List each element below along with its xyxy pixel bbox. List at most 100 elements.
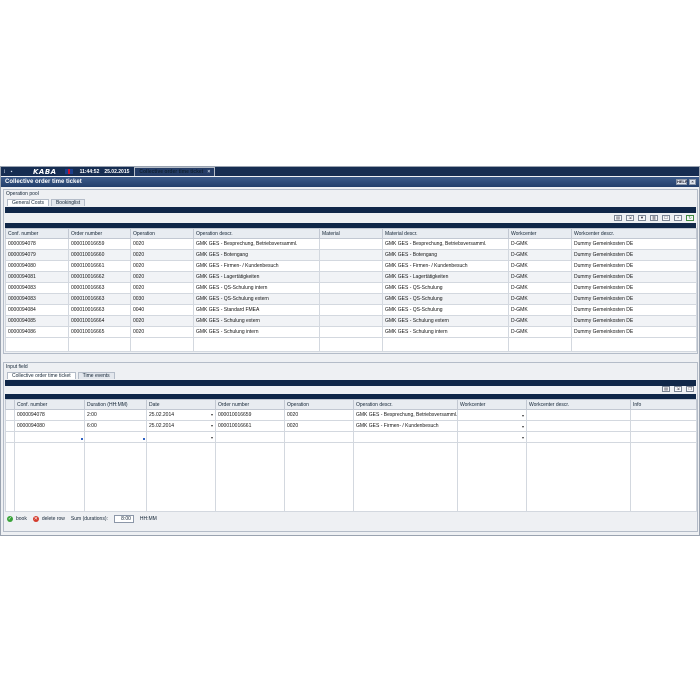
copy-icon[interactable]: ❐ <box>686 386 694 392</box>
input-cell[interactable]: 000010016659 <box>215 409 285 421</box>
row-selector[interactable] <box>5 409 15 421</box>
input-cell[interactable] <box>526 420 631 432</box>
input-cell[interactable] <box>630 409 697 421</box>
chevron-down-icon[interactable]: ▾ <box>522 413 524 418</box>
layout-icon[interactable]: ▤ <box>662 386 670 392</box>
column-header[interactable]: Order number <box>68 228 131 239</box>
window-close-button[interactable]: × <box>689 179 696 185</box>
layout-icon[interactable]: ▤ <box>614 215 622 221</box>
input-cell[interactable]: 0000094078 <box>14 409 85 421</box>
table-row[interactable]: 0000094078 2:00 25.02.2014 ▾ 000010016659 002… <box>5 409 697 421</box>
input-cell[interactable]: ▾ <box>457 431 527 443</box>
export-icon[interactable]: ⇲ <box>674 386 682 392</box>
input-cell[interactable]: 0020 <box>284 420 354 432</box>
table-header-row: Conf. number Order number Operation Oper… <box>5 228 697 239</box>
column-header[interactable]: Info <box>630 399 697 410</box>
input-cell[interactable] <box>526 431 631 443</box>
tab-collective-order[interactable]: Collective order time ticket <box>7 372 76 379</box>
input-cell[interactable] <box>353 431 458 443</box>
input-cell[interactable]: 000010016661 <box>215 420 285 432</box>
empty-cell <box>14 442 85 512</box>
input-cell[interactable]: GMK GES - Firmen- / Kundenbesuch <box>353 420 458 432</box>
row-selector[interactable] <box>5 420 15 432</box>
row-selector[interactable] <box>5 431 15 443</box>
columns-icon[interactable]: ▥ <box>650 215 658 221</box>
table-cell: D-GMK <box>508 304 572 316</box>
column-header[interactable]: Workcenter descr. <box>526 399 631 410</box>
app-tab[interactable]: Collective order time ticket × <box>134 167 216 176</box>
input-cell[interactable]: 0000094080 <box>14 420 85 432</box>
close-icon[interactable]: × <box>207 169 210 176</box>
column-header[interactable]: Material descr. <box>382 228 509 239</box>
column-header[interactable]: Conf. number <box>14 399 85 410</box>
column-header[interactable]: Workcenter descr. <box>571 228 697 239</box>
input-cell[interactable] <box>630 420 697 432</box>
input-cell[interactable]: ▾ <box>146 431 216 443</box>
select-icon[interactable]: ☐ <box>662 215 670 221</box>
table-cell: D-GMK <box>508 282 572 294</box>
table-row[interactable]: 0000094084 000010016663 0040 GMK GES - Stan… <box>5 304 697 316</box>
tab-bookinglist[interactable]: Bookinglist <box>50 199 86 206</box>
lookup-icon[interactable] <box>143 438 145 440</box>
chevron-down-icon[interactable]: ▾ <box>522 424 524 429</box>
operation-pool-panel: Operation pool General Costs Bookinglist… <box>3 189 698 354</box>
uk-flag-icon[interactable] <box>64 169 73 174</box>
column-header[interactable]: Conf. number <box>5 228 69 239</box>
input-cell[interactable] <box>215 431 285 443</box>
table-row[interactable]: 0000094086 000010016665 0020 GMK GES - Schu… <box>5 326 697 338</box>
filter-icon[interactable]: ▼ <box>638 215 646 221</box>
input-cell[interactable]: 6:00 <box>84 420 147 432</box>
table-cell: GMK GES - Besprechung, Betriebsversamml. <box>382 238 509 250</box>
table-row[interactable]: 0000094081 000010016662 0020 GMK GES - Lage… <box>5 271 697 283</box>
table-row[interactable]: 0000094080 000010016661 0020 GMK GES - Firm… <box>5 260 697 272</box>
input-cell[interactable]: ▾ <box>457 420 527 432</box>
home-icon[interactable]: ▪ <box>8 167 15 176</box>
input-cell[interactable]: 25.02.2014 ▾ <box>146 420 216 432</box>
delete-row-button[interactable]: ✕ delete row <box>32 516 65 522</box>
table-cell <box>319 238 383 250</box>
column-header[interactable]: Operation <box>130 228 194 239</box>
input-cell[interactable] <box>284 431 354 443</box>
column-header[interactable]: Operation <box>284 399 354 410</box>
table-cell: GMK GES - Firmen- / Kundenbesuch <box>382 260 509 272</box>
column-header[interactable]: Operation descr. <box>193 228 320 239</box>
table-row[interactable]: 0000094080 6:00 25.02.2014 ▾ 000010016661 002… <box>5 420 697 432</box>
input-cell[interactable] <box>84 431 147 443</box>
table-row[interactable]: 0000094079 000010016660 0020 GMK GES - Bote… <box>5 249 697 261</box>
input-cell[interactable] <box>14 431 85 443</box>
help-button[interactable]: HELP <box>676 179 688 185</box>
lookup-icon[interactable] <box>81 438 83 440</box>
chevron-down-icon[interactable]: ▾ <box>522 435 524 440</box>
column-header[interactable]: Order number <box>215 399 285 410</box>
input-cell[interactable] <box>630 431 697 443</box>
input-cell[interactable]: 2:00 <box>84 409 147 421</box>
table-filler-row <box>5 442 697 512</box>
table-row[interactable]: 0000094083 000010016663 0030 GMK GES - QS-S… <box>5 293 697 305</box>
new-entry-row[interactable]: ▾ ▾ <box>5 431 697 443</box>
column-header[interactable]: Date <box>146 399 216 410</box>
input-footer: ✓ book ✕ delete row Sum (durations): 8:0… <box>7 515 157 523</box>
input-cell[interactable]: ▾ <box>457 409 527 421</box>
menu-icon[interactable]: ⁝ <box>1 167 8 176</box>
column-header[interactable]: Material <box>319 228 383 239</box>
book-button[interactable]: ✓ book <box>7 516 27 522</box>
input-cell[interactable]: 0020 <box>284 409 354 421</box>
export-icon[interactable]: ⇲ <box>626 215 634 221</box>
input-cell[interactable]: 25.02.2014 ▾ <box>146 409 216 421</box>
column-header[interactable]: Workcenter <box>508 228 572 239</box>
table-row[interactable]: 0000094078 000010016659 0020 GMK GES - Besp… <box>5 238 697 250</box>
table-row[interactable]: 0000094085 000010016664 0020 GMK GES - Schu… <box>5 315 697 327</box>
chevron-down-icon[interactable]: ▾ <box>211 435 213 440</box>
tab-time-events[interactable]: Time events <box>77 372 115 379</box>
table-row[interactable]: 0000094083 000010016663 0020 GMK GES - QS-S… <box>5 282 697 294</box>
column-header[interactable]: Operation descr. <box>353 399 458 410</box>
chevron-down-icon[interactable]: ▾ <box>211 412 213 417</box>
input-cell[interactable]: GMK GES - Besprechung, Betriebsversamml. <box>353 409 458 421</box>
chevron-down-icon[interactable]: ▾ <box>211 423 213 428</box>
add-icon[interactable]: + <box>674 215 682 221</box>
tab-general-costs[interactable]: General Costs <box>7 199 49 206</box>
input-cell[interactable] <box>526 409 631 421</box>
refresh-icon[interactable]: ↻ <box>686 215 694 221</box>
column-header[interactable]: Workcenter <box>457 399 527 410</box>
column-header[interactable]: Duration (HH:MM) <box>84 399 147 410</box>
